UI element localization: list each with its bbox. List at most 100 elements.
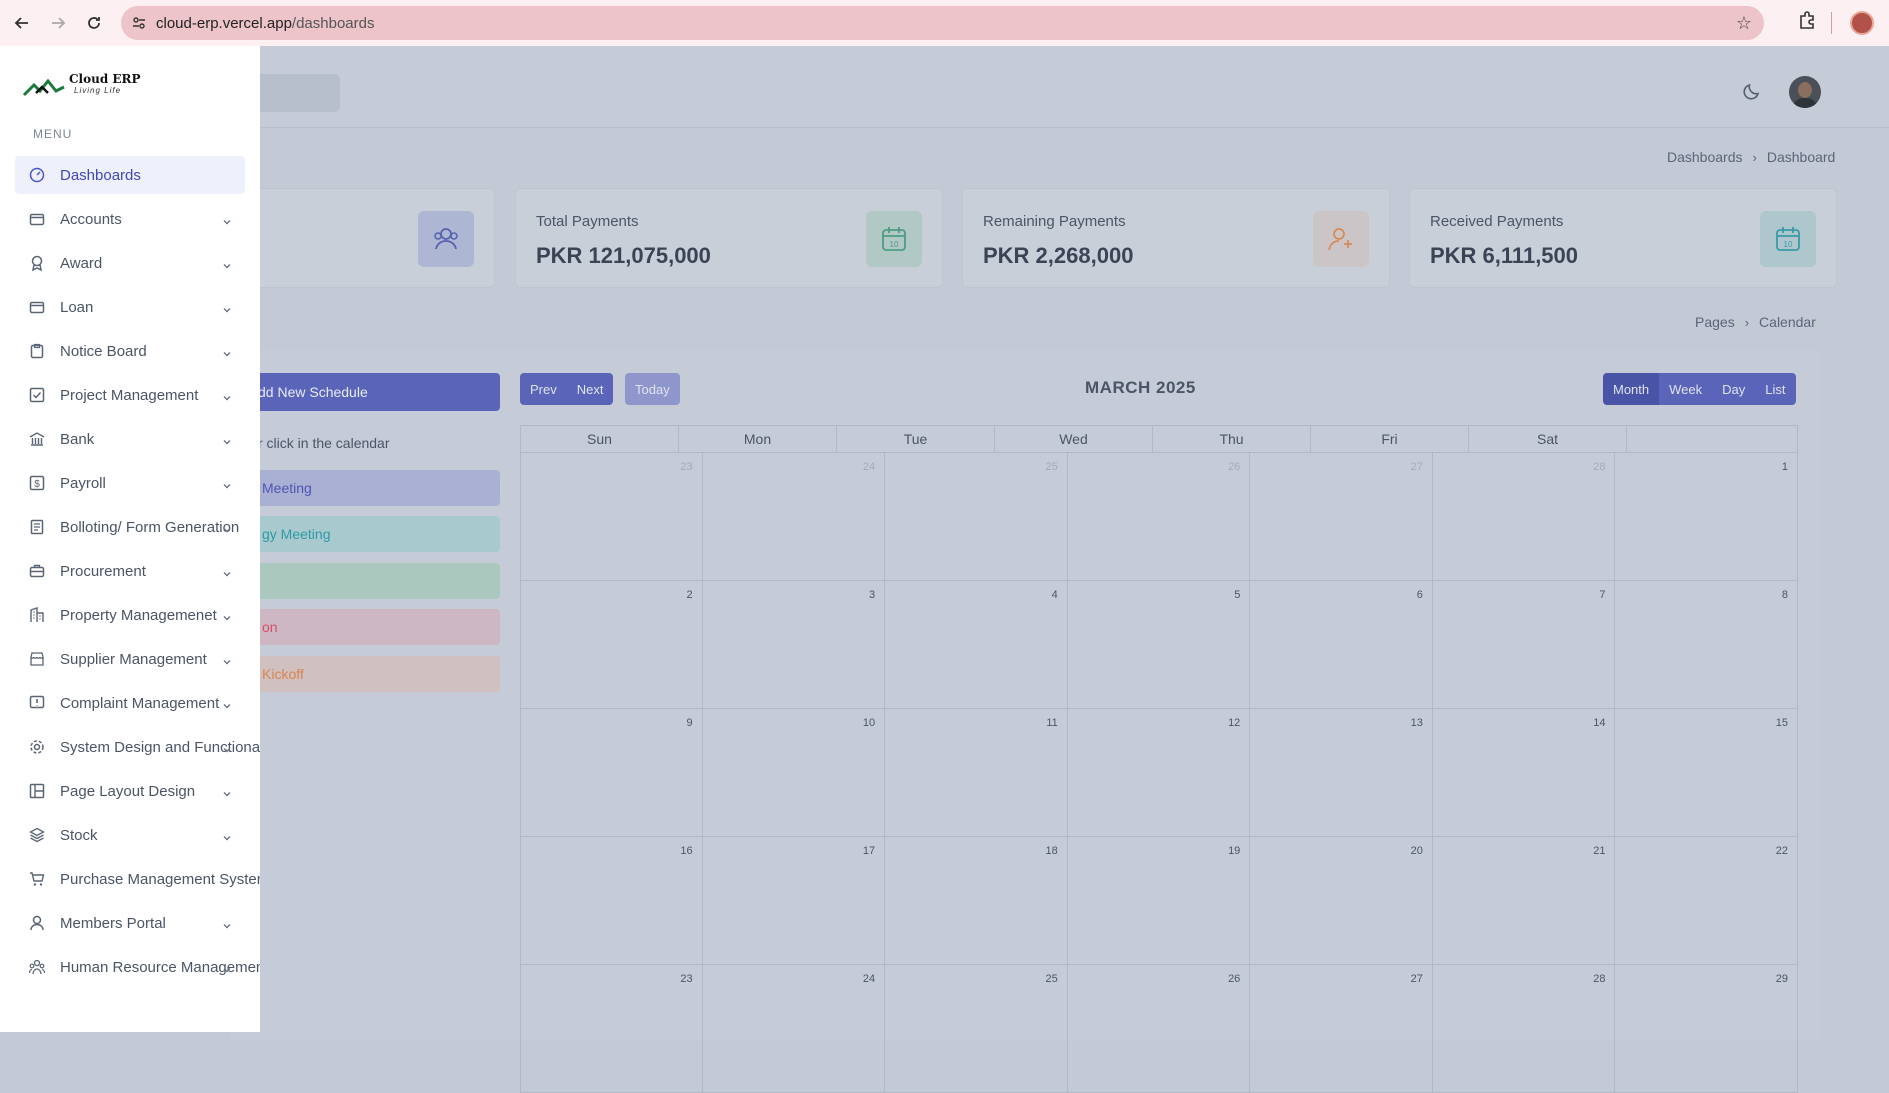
chevron-down-icon[interactable] [222,478,232,489]
reload-icon[interactable] [80,9,108,37]
chevron-down-icon[interactable] [222,434,232,445]
chevron-down-icon[interactable] [222,698,232,709]
extensions-icon[interactable] [1797,10,1823,36]
chevron-down-icon[interactable] [222,610,232,621]
calendar-day-cell[interactable]: 20 [1250,837,1433,965]
breadcrumb-link[interactable]: Dashboards [1667,149,1743,165]
sidebar-item-supplier-management[interactable]: Supplier Management [15,640,245,678]
draggable-event[interactable]: on [230,609,500,645]
profile-avatar[interactable] [1850,11,1874,35]
site-info-icon[interactable] [130,14,148,32]
calendar-day-cell[interactable]: 23 [520,453,703,581]
view-week-button[interactable]: Week [1659,373,1713,405]
calendar-day-cell[interactable]: 26 [1068,453,1251,581]
sidebar-item-payroll[interactable]: $ Payroll [15,464,245,502]
calendar-day-cell[interactable]: 5 [1068,581,1251,709]
back-icon[interactable] [8,9,36,37]
sidebar-item-bolloting-form-generation[interactable]: Bolloting/ Form Generation [15,508,245,546]
sidebar-item-property-managemenet[interactable]: Property Managemenet [15,596,245,634]
calendar-day-cell[interactable]: 14 [1433,709,1616,837]
view-day-button[interactable]: Day [1712,373,1756,405]
sidebar-item-notice-board[interactable]: Notice Board [15,332,245,370]
sidebar-item-page-layout-design[interactable]: Page Layout Design [15,772,245,810]
sidebar-item-system-design-and-functiona[interactable]: System Design and Functiona [15,728,260,766]
chevron-down-icon[interactable] [222,302,232,313]
chevron-down-icon[interactable] [222,742,232,753]
search-input[interactable] [250,74,340,112]
breadcrumb-link[interactable]: Pages [1695,314,1735,330]
sidebar-item-project-management[interactable]: Project Management [15,376,245,414]
day-number: 8 [1781,589,1789,601]
chevron-down-icon[interactable] [222,830,232,841]
sidebar-item-stock[interactable]: Stock [15,816,245,854]
prev-button[interactable]: Prev [520,373,567,405]
forward-icon[interactable] [44,9,72,37]
sidebar-item-loan[interactable]: Loan [15,288,245,326]
calendar-day-cell[interactable]: 16 [520,837,703,965]
chevron-down-icon[interactable] [222,566,232,577]
sidebar-item-complaint-management[interactable]: Complaint Management [15,684,245,722]
calendar-day-cell[interactable]: 25 [885,965,1068,1093]
calendar-day-cell[interactable]: 12 [1068,709,1251,837]
calendar-day-cell[interactable]: 22 [1615,837,1799,965]
draggable-event[interactable]: gy Meeting [230,516,500,552]
chevron-down-icon[interactable] [222,962,232,973]
next-button[interactable]: Next [566,373,614,405]
add-schedule-button[interactable]: dd New Schedule [230,373,500,411]
sidebar-item-bank[interactable]: Bank [15,420,245,458]
chevron-down-icon[interactable] [222,346,232,357]
chevron-down-icon[interactable] [222,654,232,665]
today-button[interactable]: Today [625,373,680,405]
calendar-day-cell[interactable]: 21 [1433,837,1616,965]
sidebar-item-members-portal[interactable]: Members Portal [15,904,245,942]
calendar-day-cell[interactable]: 7 [1433,581,1616,709]
sidebar-item-dashboards[interactable]: Dashboards [15,156,245,194]
user-avatar[interactable] [1789,76,1821,108]
calendar-day-cell[interactable]: 25 [885,453,1068,581]
chevron-down-icon[interactable] [222,786,232,797]
calendar-day-cell[interactable]: 11 [885,709,1068,837]
sidebar-item-award[interactable]: Award [15,244,245,282]
calendar-day-cell[interactable]: 28 [1433,453,1616,581]
calendar-day-cell[interactable]: 26 [1068,965,1251,1093]
calendar-day-cell[interactable]: 2 [520,581,703,709]
calendar-day-cell[interactable]: 27 [1250,453,1433,581]
draggable-event[interactable]: Meeting [230,470,500,506]
calendar-day-cell[interactable]: 3 [703,581,886,709]
logo[interactable]: Cloud ERP Living Life [22,72,141,102]
calendar-week-row: 16 17 18 19 20 21 22 [520,837,1799,965]
chevron-down-icon[interactable] [222,390,232,401]
chevron-down-icon[interactable] [222,258,232,269]
address-bar[interactable]: cloud-erp.vercel.app/dashboards ☆ [121,6,1764,40]
view-month-button[interactable]: Month [1603,373,1660,405]
dark-mode-toggle-icon[interactable] [1741,80,1765,104]
chevron-down-icon[interactable] [222,918,232,929]
calendar-day-cell[interactable]: 13 [1250,709,1433,837]
draggable-event[interactable]: Kickoff [230,656,500,692]
calendar-day-cell[interactable]: 1 [1615,453,1799,581]
sidebar-item-human-resource-managemen[interactable]: Human Resource Managemen [15,948,260,986]
calendar-day-cell[interactable]: 10 [703,709,886,837]
sidebar-item-accounts[interactable]: Accounts [15,200,245,238]
calendar-day-cell[interactable]: 24 [703,965,886,1093]
chevron-down-icon[interactable] [222,522,232,533]
calendar-day-cell[interactable]: 29 [1615,965,1799,1093]
calendar-day-cell[interactable]: 19 [1068,837,1251,965]
bookmark-star-icon[interactable]: ☆ [1736,13,1752,34]
chevron-down-icon[interactable] [222,214,232,225]
calendar-day-cell[interactable]: 9 [520,709,703,837]
calendar-day-cell[interactable]: 6 [1250,581,1433,709]
calendar-day-cell[interactable]: 15 [1615,709,1799,837]
calendar-day-cell[interactable]: 17 [703,837,886,965]
calendar-day-cell[interactable]: 18 [885,837,1068,965]
draggable-event[interactable] [230,563,500,599]
calendar-day-cell[interactable]: 24 [703,453,886,581]
calendar-day-cell[interactable]: 23 [520,965,703,1093]
calendar-day-cell[interactable]: 27 [1250,965,1433,1093]
sidebar-item-purchase-management-syster[interactable]: Purchase Management Syster [15,860,260,898]
calendar-day-cell[interactable]: 4 [885,581,1068,709]
calendar-day-cell[interactable]: 28 [1433,965,1616,1093]
view-list-button[interactable]: List [1755,373,1796,405]
calendar-day-cell[interactable]: 8 [1615,581,1799,709]
sidebar-item-procurement[interactable]: Procurement [15,552,245,590]
